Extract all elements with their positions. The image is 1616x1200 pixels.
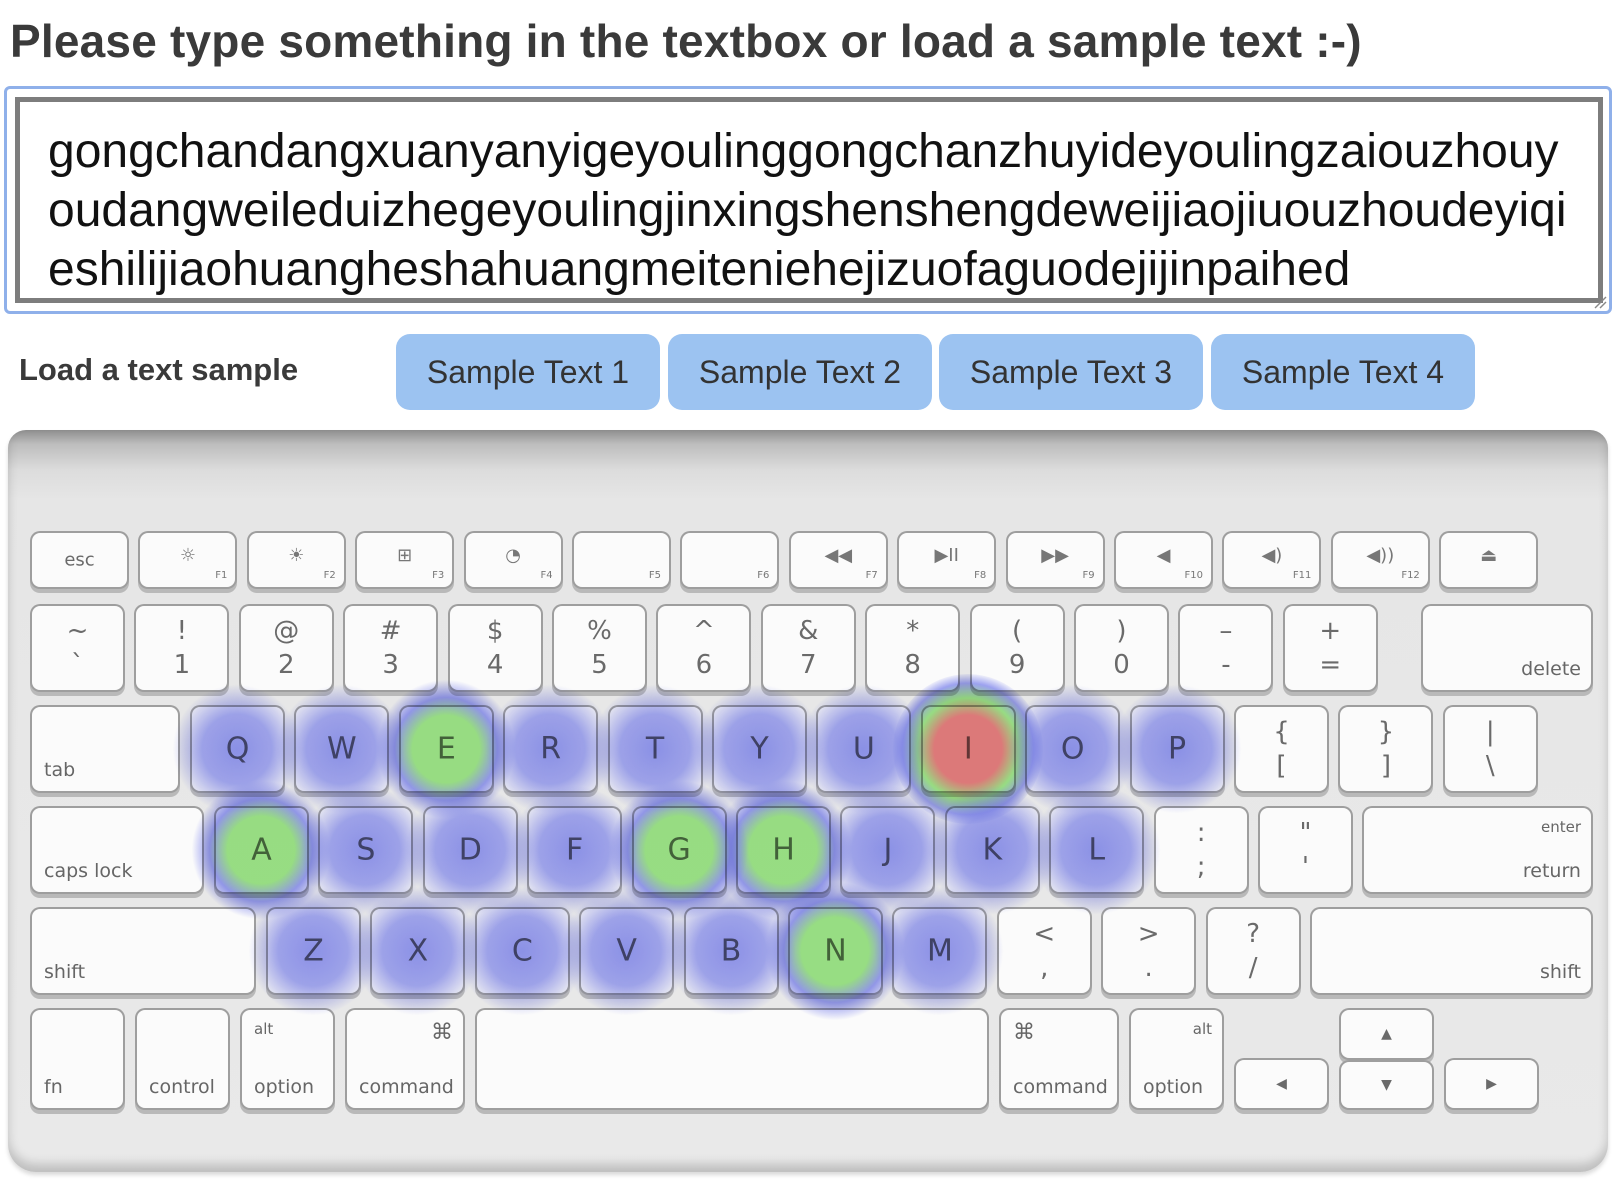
heat-spot-b (665, 886, 796, 1016)
heat-spot-a (191, 780, 331, 920)
heat-spot-v (561, 886, 692, 1016)
keyboard-heatmap: esc ☼ F1 ☀ F2 ⊞ F3 ◔ F4 F5 F6 ◀◀ F7 ▶II F8 ▶▶ F9 ◀ F10 ◀) F1… (8, 430, 1608, 1172)
heat-spot-t (589, 684, 720, 814)
heat-spot-p (1111, 684, 1242, 814)
sample-text-4-button[interactable]: Sample Text 4 (1211, 334, 1475, 410)
heat-spot-n (765, 881, 905, 1021)
heat-spot-w (276, 684, 407, 814)
heat-spot-z (248, 886, 378, 1016)
page-title: Please type something in the textbox or … (10, 15, 1362, 67)
heat-spot-k (926, 785, 1057, 915)
heat-spot-h (713, 780, 853, 920)
sample-text-2-button[interactable]: Sample Text 2 (668, 334, 932, 410)
heat-spot-o (1007, 684, 1138, 814)
heat-spot-r (485, 684, 616, 814)
heat-spot-l (1031, 785, 1162, 915)
text-input[interactable]: gongchandangxuanyanyigeyoulinggongchanzh… (15, 97, 1603, 303)
heat-spot-u (798, 684, 929, 814)
heat-spot-e (375, 679, 516, 819)
heat-spot-c (456, 886, 587, 1016)
heat-spot-d (404, 785, 535, 915)
heat-spot-i (892, 674, 1043, 824)
heat-spot-y (694, 684, 824, 814)
heat-spot-x (352, 886, 483, 1016)
heatmap-layer (8, 430, 1608, 1172)
sample-label: Load a text sample (19, 352, 299, 387)
heat-spot-f (509, 785, 640, 915)
heat-spot-s (300, 785, 431, 915)
heat-spot-j (822, 785, 953, 915)
heat-spot-g (608, 780, 749, 920)
resize-grip-icon[interactable] (1593, 295, 1607, 309)
heat-spot-q (172, 684, 302, 814)
heat-spot-m (874, 886, 1005, 1016)
sample-text-3-button[interactable]: Sample Text 3 (939, 334, 1203, 410)
textbox-focus-ring: gongchandangxuanyanyigeyoulinggongchanzh… (4, 86, 1612, 314)
sample-text-1-button[interactable]: Sample Text 1 (396, 334, 660, 410)
